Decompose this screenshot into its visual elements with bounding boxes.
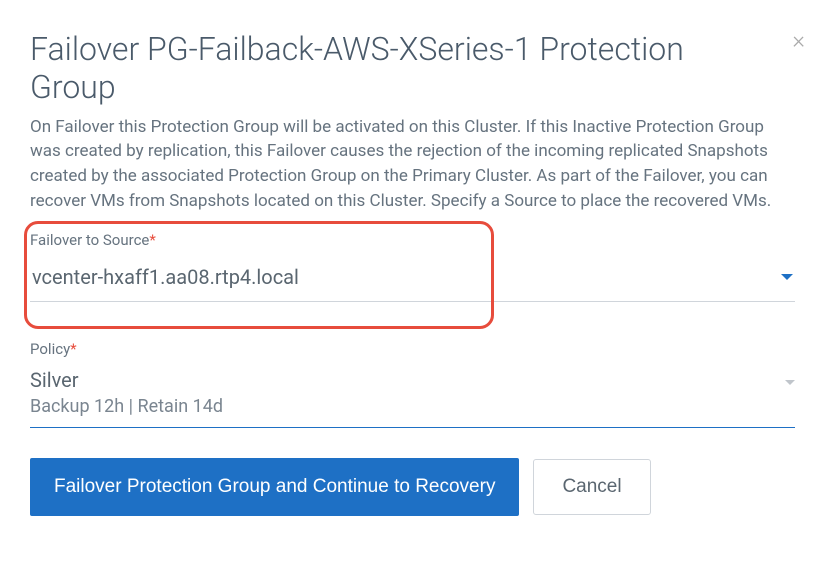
policy-detail: Backup 12h | Retain 14d [30,396,223,427]
modal-title: Failover PG-Failback-AWS-XSeries-1 Prote… [30,30,795,107]
modal-description: On Failover this Protection Group will b… [30,115,795,214]
cancel-button[interactable]: Cancel [533,459,650,515]
policy-label: Policy* [30,340,795,358]
policy-dropdown[interactable]: Silver Backup 12h | Retain 14d [30,368,795,427]
failover-source-label: Failover to Source* [30,231,795,249]
required-marker: * [70,340,76,358]
chevron-down-icon [785,380,795,385]
button-row: Failover Protection Group and Continue t… [30,458,795,516]
failover-source-value: vcenter-hxaff1.aa08.rtp4.local [32,265,299,289]
failover-source-field: Failover to Source* vcenter-hxaff1.aa08.… [30,223,795,310]
chevron-down-icon [781,274,793,280]
failover-source-dropdown[interactable]: vcenter-hxaff1.aa08.rtp4.local [30,259,795,302]
required-marker: * [149,231,155,249]
policy-field: Policy* Silver Backup 12h | Retain 14d [30,332,795,428]
policy-value: Silver [30,368,223,392]
label-text: Failover to Source [30,231,149,249]
label-text: Policy [30,340,70,358]
failover-continue-button[interactable]: Failover Protection Group and Continue t… [30,458,519,516]
close-icon[interactable]: × [792,28,805,52]
